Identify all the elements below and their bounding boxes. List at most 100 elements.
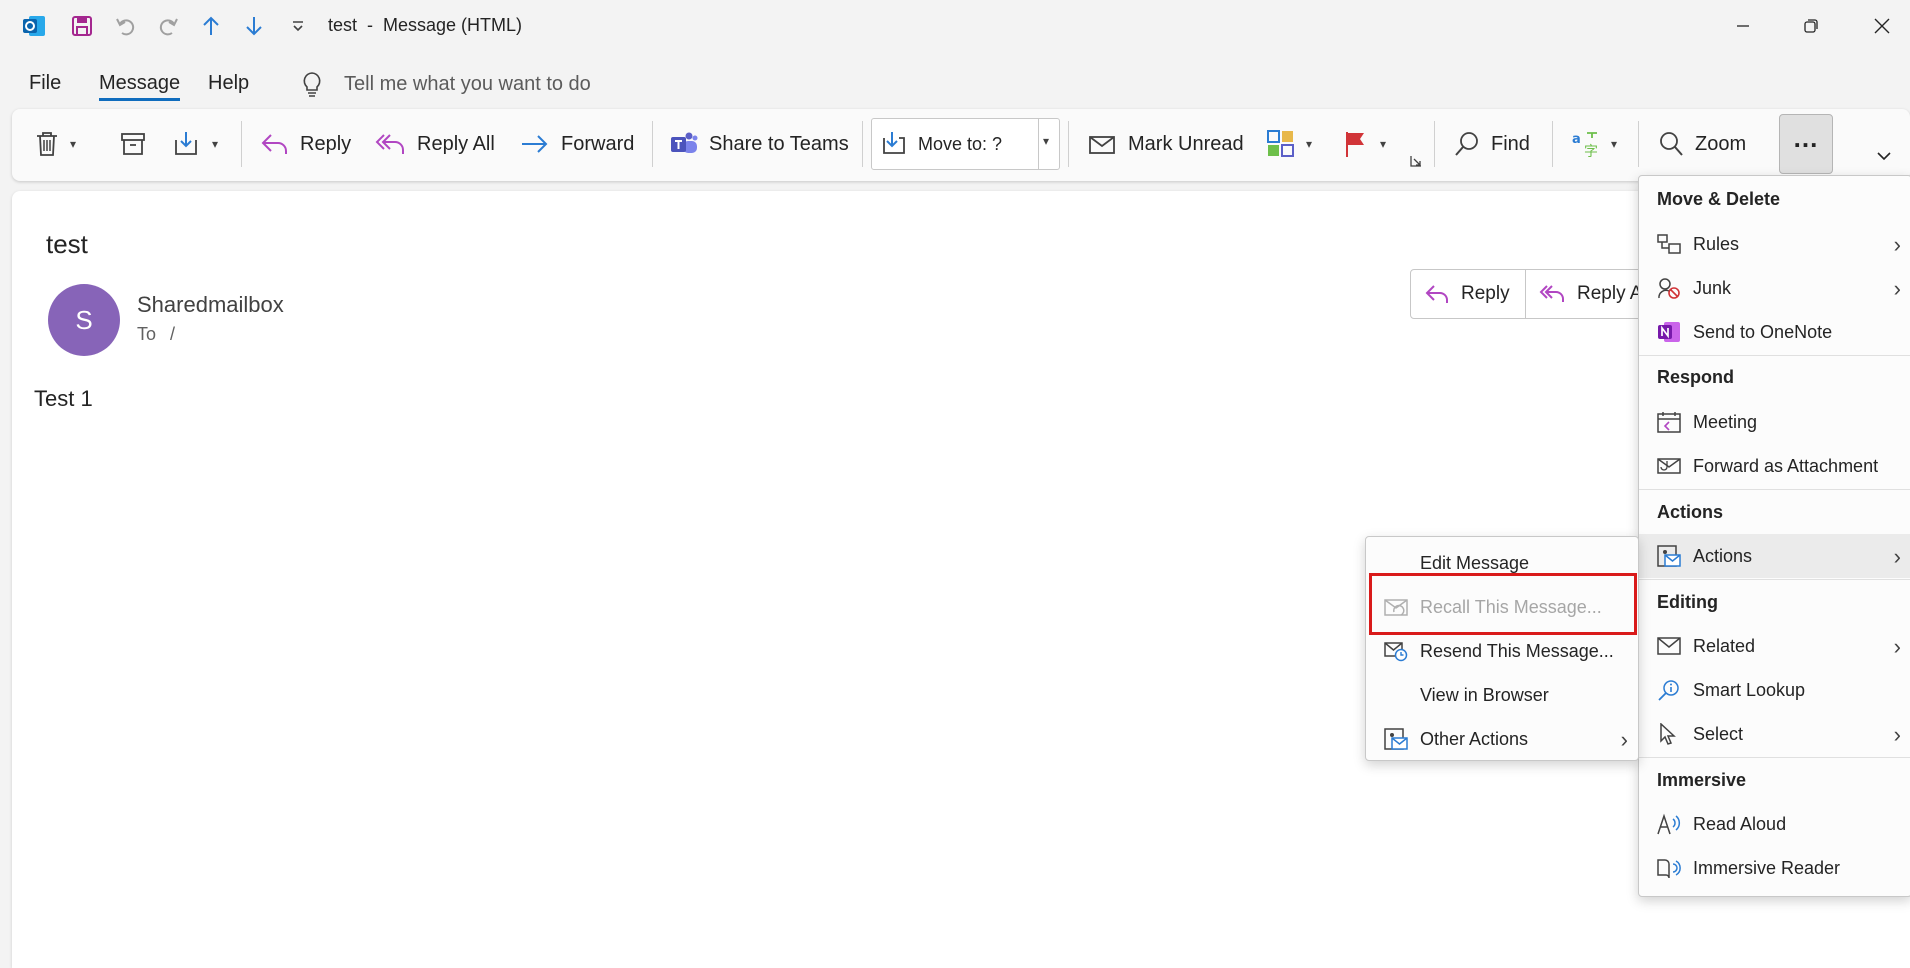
button-divider	[1525, 270, 1526, 318]
reply-all-label: Reply All	[417, 132, 495, 155]
window-title: test - Message (HTML)	[328, 15, 523, 35]
menu-item-select[interactable]: Select ›	[1639, 712, 1910, 756]
menu-item-junk[interactable]: Junk ›	[1639, 266, 1910, 310]
menu-item-view-in-browser[interactable]: View in Browser	[1366, 673, 1638, 717]
menu-item-immersive-reader[interactable]: Immersive Reader	[1639, 846, 1910, 890]
menu-item-read-aloud[interactable]: Read Aloud	[1639, 802, 1910, 846]
next-item-icon[interactable]	[236, 8, 272, 44]
move-to-button[interactable]: Move to: ?	[880, 119, 1002, 169]
rules-icon	[1657, 233, 1681, 255]
chevron-down-icon[interactable]: ▾	[1306, 137, 1312, 151]
menu-item-actions[interactable]: Actions ›	[1639, 534, 1910, 578]
teams-icon	[669, 130, 699, 158]
onenote-icon	[1657, 321, 1681, 343]
meeting-icon	[1657, 411, 1681, 433]
reply-all-button[interactable]: Reply All	[375, 119, 495, 169]
customize-dropdown-icon[interactable]	[280, 8, 316, 44]
restore-button[interactable]	[1781, 6, 1841, 46]
save-icon[interactable]	[64, 8, 100, 44]
tell-me-search[interactable]: Tell me what you want to do	[344, 73, 591, 96]
move-to-label: Move to: ?	[918, 133, 1003, 154]
menu-item-send-to-onenote[interactable]: Send to OneNote	[1639, 310, 1910, 354]
reply-button[interactable]: Reply	[260, 119, 351, 169]
outlook-app-icon[interactable]	[16, 8, 52, 44]
avatar[interactable]: S	[48, 284, 120, 356]
forward-button[interactable]: Forward	[519, 119, 634, 169]
inline-reply-all-button[interactable]: Reply A	[1539, 270, 1642, 318]
reply-all-icon	[1539, 282, 1567, 306]
zoom-icon	[1657, 130, 1685, 158]
menu-item-label: Meeting	[1693, 412, 1758, 432]
message-body: Test 1	[34, 386, 93, 411]
follow-up-button[interactable]: ▾	[1342, 119, 1386, 169]
menu-item-smart-lookup[interactable]: Smart Lookup	[1639, 668, 1910, 712]
zoom-button[interactable]: Zoom	[1657, 119, 1746, 169]
more-commands-menu: Move & Delete Rules › Junk › Send to One…	[1638, 175, 1910, 897]
previous-item-icon[interactable]	[193, 8, 229, 44]
ribbon-divider	[1068, 121, 1069, 167]
chevron-right-icon: ›	[1893, 544, 1901, 569]
junk-icon	[1657, 277, 1681, 299]
inline-reply-button[interactable]: Reply	[1425, 270, 1510, 318]
ribbon-divider	[1638, 121, 1639, 167]
more-commands-button[interactable]: ...	[1779, 114, 1833, 174]
message-action-buttons: Reply Reply A	[1410, 269, 1652, 319]
translate-icon: a字	[1571, 129, 1601, 159]
menu-item-rules[interactable]: Rules ›	[1639, 222, 1910, 266]
menu-item-label: Other Actions	[1420, 729, 1529, 749]
ribbon-divider	[1434, 121, 1435, 167]
recipient[interactable]: /	[170, 324, 175, 345]
share-to-teams-button[interactable]: Share to Teams	[669, 119, 849, 169]
minimize-button[interactable]	[1713, 6, 1773, 46]
redo-icon[interactable]	[150, 8, 186, 44]
close-button[interactable]	[1852, 6, 1910, 46]
menu-header-actions: Actions	[1657, 502, 1724, 522]
mark-unread-button[interactable]: Mark Unread	[1086, 119, 1244, 169]
chevron-down-icon[interactable]: ▾	[1611, 137, 1617, 151]
categorize-button[interactable]: ▾	[1266, 119, 1312, 169]
menu-item-resend-this-message[interactable]: Resend This Message...	[1366, 629, 1638, 673]
to-label: To	[137, 324, 157, 344]
menu-header-move-delete: Move & Delete	[1657, 189, 1781, 209]
menu-item-forward-as-attachment[interactable]: Forward as Attachment	[1639, 444, 1910, 488]
sender-name[interactable]: Sharedmailbox	[137, 292, 284, 318]
chevron-down-icon[interactable]: ▾	[1043, 134, 1049, 148]
menu-item-label: Send to OneNote	[1693, 322, 1833, 342]
tab-message[interactable]: Message	[99, 72, 181, 101]
related-icon	[1657, 635, 1681, 657]
find-button[interactable]: Find	[1453, 119, 1530, 169]
menu-item-other-actions[interactable]: Other Actions ›	[1366, 717, 1638, 761]
forward-label: Forward	[561, 132, 635, 155]
chevron-down-icon[interactable]: ▾	[1380, 137, 1386, 151]
tab-help[interactable]: Help	[208, 72, 249, 95]
ribbon-divider	[862, 121, 863, 167]
ribbon-collapse-icon[interactable]	[1875, 150, 1893, 162]
menu-item-label: Select	[1693, 724, 1744, 744]
delete-button[interactable]: ▾	[34, 119, 76, 169]
translate-button[interactable]: a字 ▾	[1571, 119, 1617, 169]
menu-divider	[1639, 355, 1910, 356]
menu-item-label: Read Aloud	[1693, 814, 1787, 834]
ribbon-divider	[241, 121, 242, 167]
tags-dialog-launcher-icon[interactable]	[1409, 154, 1423, 168]
menu-item-label: Actions	[1693, 546, 1753, 566]
chevron-down-icon[interactable]: ▾	[70, 137, 76, 151]
find-label: Find	[1491, 132, 1530, 155]
archive-button[interactable]	[119, 119, 147, 169]
tab-file[interactable]: File	[29, 72, 61, 95]
smart-lookup-icon	[1657, 679, 1681, 701]
menu-item-label: Junk	[1693, 278, 1732, 298]
chevron-right-icon: ›	[1893, 634, 1901, 659]
menu-item-related[interactable]: Related ›	[1639, 624, 1910, 668]
chevron-right-icon: ›	[1620, 727, 1628, 752]
move-button[interactable]: ▾	[172, 119, 218, 169]
lightbulb-icon	[300, 70, 324, 98]
other-actions-icon	[1384, 728, 1408, 750]
mark-unread-icon	[1086, 130, 1118, 158]
undo-icon[interactable]	[108, 8, 144, 44]
read-aloud-icon	[1657, 813, 1681, 835]
chevron-down-icon[interactable]: ▾	[212, 137, 218, 151]
menu-item-label: Rules	[1693, 234, 1740, 254]
menu-item-label: Forward as Attachment	[1693, 456, 1879, 476]
menu-item-meeting[interactable]: Meeting	[1639, 400, 1910, 444]
